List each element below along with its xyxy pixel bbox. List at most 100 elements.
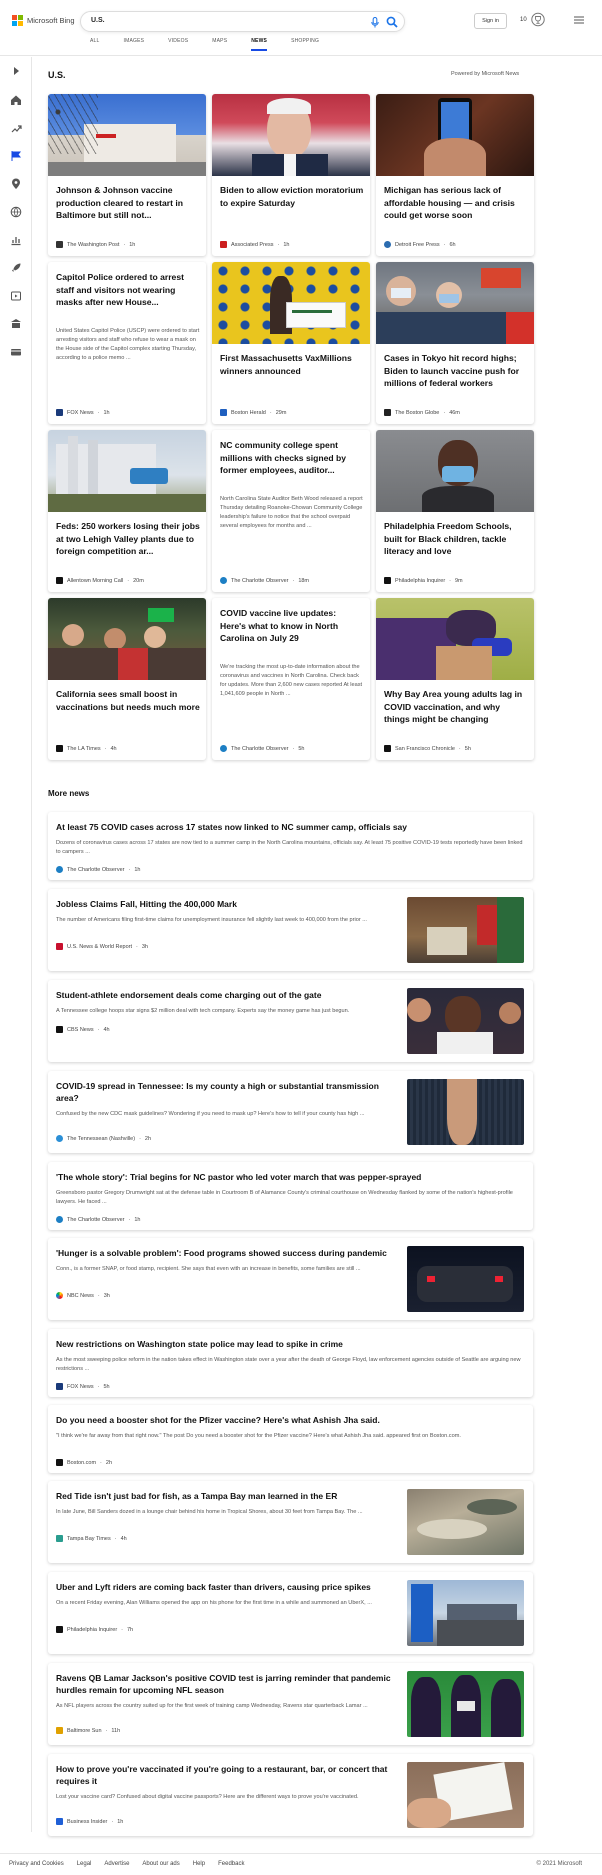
news-snippet: Confused by the new CDC mask guidelines?… bbox=[56, 1111, 365, 1117]
tab-shopping[interactable]: SHOPPING bbox=[291, 38, 319, 51]
money-card-icon[interactable] bbox=[10, 346, 22, 358]
card-title[interactable]: Michigan has serious lack of affordable … bbox=[384, 184, 528, 222]
news-card[interactable]: COVID vaccine live updates: Here's what … bbox=[212, 598, 370, 760]
news-card[interactable]: Why Bay Area young adults lag in COVID v… bbox=[376, 598, 534, 760]
news-title[interactable]: 'The whole story': Trial begins for NC p… bbox=[56, 1171, 526, 1183]
card-title[interactable]: Philadelphia Freedom Schools, built for … bbox=[384, 520, 528, 558]
world-globe-icon[interactable] bbox=[10, 206, 22, 218]
expand-arrow-icon[interactable] bbox=[10, 65, 22, 77]
news-list-item[interactable]: Ravens QB Lamar Jackson's positive COVID… bbox=[48, 1663, 533, 1745]
business-chart-icon[interactable] bbox=[10, 234, 22, 246]
news-title[interactable]: Do you need a booster shot for the Pfize… bbox=[56, 1414, 526, 1426]
news-title[interactable]: Uber and Lyft riders are coming back fas… bbox=[56, 1581, 396, 1593]
tab-images[interactable]: IMAGES bbox=[124, 38, 145, 51]
rewards-count[interactable]: 10 bbox=[520, 17, 527, 23]
card-title[interactable]: Feds: 250 workers losing their jobs at t… bbox=[56, 520, 200, 558]
news-snippet: As the most sweeping police reform in th… bbox=[56, 1357, 521, 1372]
search-box[interactable] bbox=[80, 11, 405, 32]
trending-icon[interactable] bbox=[10, 122, 22, 134]
news-snippet: A Tennessee college hoops star signs $2 … bbox=[56, 1008, 350, 1014]
publisher-logo-icon bbox=[56, 1383, 63, 1390]
bing-logo[interactable]: Microsoft Bing bbox=[12, 15, 75, 26]
card-title[interactable]: California sees small boost in vaccinati… bbox=[56, 688, 200, 713]
news-list-item[interactable]: How to prove you're vaccinated if you're… bbox=[48, 1754, 533, 1836]
news-title[interactable]: 'Hunger is a solvable problem': Food pro… bbox=[56, 1247, 396, 1259]
card-source: FOX News · 1h bbox=[56, 409, 110, 416]
news-snippet: Conn., is a former SNAP, or food stamp, … bbox=[56, 1266, 361, 1272]
card-title[interactable]: Cases in Tokyo hit record highs; Biden t… bbox=[384, 352, 528, 390]
news-list-item[interactable]: Uber and Lyft riders are coming back fas… bbox=[48, 1572, 533, 1654]
card-title[interactable]: COVID vaccine live updates: Here's what … bbox=[220, 607, 364, 645]
card-source: Detroit Free Press · 6h bbox=[384, 241, 456, 248]
card-source: Philadelphia Inquirer · 9m bbox=[384, 577, 463, 584]
news-title[interactable]: How to prove you're vaccinated if you're… bbox=[56, 1763, 396, 1787]
card-source: The Washington Post · 1h bbox=[56, 241, 135, 248]
card-title[interactable]: Biden to allow eviction moratorium to ex… bbox=[220, 184, 364, 209]
powered-by-label[interactable]: Powered by Microsoft News bbox=[451, 71, 519, 77]
news-list-item[interactable]: At least 75 COVID cases across 17 states… bbox=[48, 812, 533, 880]
tab-news[interactable]: NEWS bbox=[251, 38, 268, 51]
news-title[interactable]: Ravens QB Lamar Jackson's positive COVID… bbox=[56, 1672, 396, 1696]
sign-in-button[interactable]: Sign in bbox=[474, 13, 507, 29]
news-list-item[interactable]: Student-athlete endorsement deals come c… bbox=[48, 980, 533, 1062]
home-icon[interactable] bbox=[10, 94, 22, 106]
news-card[interactable]: Michigan has serious lack of affordable … bbox=[376, 94, 534, 256]
footer-link-privacy[interactable]: Privacy and Cookies bbox=[9, 1861, 64, 1867]
tab-videos[interactable]: VIDEOS bbox=[168, 38, 188, 51]
news-card[interactable]: First Massachusetts VaxMillions winners … bbox=[212, 262, 370, 424]
publisher-logo-icon bbox=[56, 1135, 63, 1142]
news-card[interactable]: Johnson & Johnson vaccine production cle… bbox=[48, 94, 206, 256]
news-title[interactable]: COVID-19 spread in Tennessee: Is my coun… bbox=[56, 1080, 396, 1104]
card-title[interactable]: Johnson & Johnson vaccine production cle… bbox=[56, 184, 200, 222]
card-title[interactable]: NC community college spent millions with… bbox=[220, 439, 364, 477]
card-title[interactable]: First Massachusetts VaxMillions winners … bbox=[220, 352, 364, 377]
news-list-item[interactable]: Jobless Claims Fall, Hitting the 400,000… bbox=[48, 889, 533, 971]
microphone-icon[interactable] bbox=[370, 17, 380, 28]
news-list-item[interactable]: COVID-19 spread in Tennessee: Is my coun… bbox=[48, 1071, 533, 1153]
news-card[interactable]: Philadelphia Freedom Schools, built for … bbox=[376, 430, 534, 592]
publisher-logo-icon bbox=[56, 866, 63, 873]
news-snippet: Greensboro pastor Gregory Drumwright sat… bbox=[56, 1190, 513, 1205]
footer-link-about-ads[interactable]: About our ads bbox=[142, 1861, 179, 1867]
rocket-science-icon[interactable] bbox=[10, 262, 22, 274]
left-sidebar bbox=[0, 57, 32, 1832]
news-list-item[interactable]: 'The whole story': Trial begins for NC p… bbox=[48, 1162, 533, 1230]
news-title[interactable]: Student-athlete endorsement deals come c… bbox=[56, 989, 396, 1001]
footer-link-legal[interactable]: Legal bbox=[77, 1861, 92, 1867]
news-card[interactable]: Biden to allow eviction moratorium to ex… bbox=[212, 94, 370, 256]
publisher-logo-icon bbox=[220, 745, 227, 752]
tab-all[interactable]: ALL bbox=[90, 38, 100, 51]
news-title[interactable]: Red Tide isn't just bad for fish, as a T… bbox=[56, 1490, 396, 1502]
publisher-logo-icon bbox=[384, 409, 391, 416]
card-title[interactable]: Why Bay Area young adults lag in COVID v… bbox=[384, 688, 528, 726]
politics-building-icon[interactable] bbox=[10, 318, 22, 330]
news-thumbnail bbox=[407, 1762, 524, 1828]
footer-link-help[interactable]: Help bbox=[193, 1861, 205, 1867]
news-title[interactable]: Jobless Claims Fall, Hitting the 400,000… bbox=[56, 898, 396, 910]
entertainment-icon[interactable] bbox=[10, 290, 22, 302]
news-list-item[interactable]: New restrictions on Washington state pol… bbox=[48, 1329, 533, 1397]
footer-link-feedback[interactable]: Feedback bbox=[218, 1861, 244, 1867]
news-card[interactable]: Cases in Tokyo hit record highs; Biden t… bbox=[376, 262, 534, 424]
news-source: U.S. News & World Report · 3h bbox=[56, 943, 148, 950]
news-source: Boston.com · 2h bbox=[56, 1459, 112, 1466]
rewards-trophy-icon[interactable] bbox=[531, 12, 545, 27]
news-title[interactable]: New restrictions on Washington state pol… bbox=[56, 1338, 526, 1350]
footer-link-advertise[interactable]: Advertise bbox=[104, 1861, 129, 1867]
news-title[interactable]: At least 75 COVID cases across 17 states… bbox=[56, 821, 526, 833]
us-flag-icon[interactable] bbox=[10, 150, 22, 162]
news-card[interactable]: NC community college spent millions with… bbox=[212, 430, 370, 592]
publisher-logo-icon bbox=[384, 241, 391, 248]
search-icon[interactable] bbox=[386, 16, 398, 28]
location-pin-icon[interactable] bbox=[10, 178, 22, 190]
news-list-item[interactable]: Red Tide isn't just bad for fish, as a T… bbox=[48, 1481, 533, 1563]
news-list-item[interactable]: Do you need a booster shot for the Pfize… bbox=[48, 1405, 533, 1473]
news-card[interactable]: Feds: 250 workers losing their jobs at t… bbox=[48, 430, 206, 592]
news-card[interactable]: California sees small boost in vaccinati… bbox=[48, 598, 206, 760]
hamburger-menu-icon[interactable] bbox=[574, 16, 584, 24]
card-title[interactable]: Capitol Police ordered to arrest staff a… bbox=[56, 271, 200, 309]
news-card[interactable]: Capitol Police ordered to arrest staff a… bbox=[48, 262, 206, 424]
tab-maps[interactable]: MAPS bbox=[212, 38, 227, 51]
search-input[interactable] bbox=[91, 17, 291, 24]
news-list-item[interactable]: 'Hunger is a solvable problem': Food pro… bbox=[48, 1238, 533, 1320]
